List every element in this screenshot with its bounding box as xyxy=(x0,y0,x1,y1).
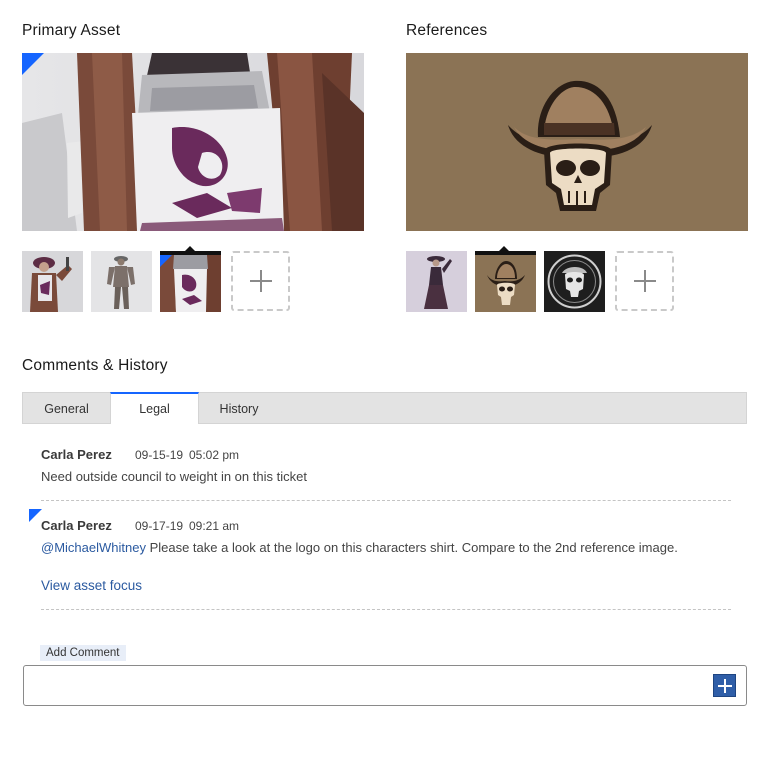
thumbnail-focus-flag-icon xyxy=(160,255,172,267)
reference-thumbnail-2-selected[interactable] xyxy=(475,251,536,312)
comments-history-title: Comments & History xyxy=(22,357,168,374)
reference-main-image[interactable] xyxy=(406,53,748,231)
add-reference-button[interactable] xyxy=(615,251,674,311)
focus-flag-icon xyxy=(22,53,44,75)
references-title: References xyxy=(406,22,488,39)
add-comment-input[interactable] xyxy=(23,665,747,706)
comment-author: Carla Perez xyxy=(41,447,112,462)
character-3d-model-image xyxy=(91,251,152,312)
plus-icon xyxy=(249,270,272,292)
user-mention[interactable]: @MichaelWhitney xyxy=(41,540,146,555)
reference-thumbnail-3[interactable] xyxy=(544,251,605,312)
comment-time: 05:02 pm xyxy=(189,448,240,462)
comment-author: Carla Perez xyxy=(41,518,112,533)
character-shirt-closeup-image xyxy=(22,53,364,231)
primary-asset-title: Primary Asset xyxy=(22,22,121,39)
comment-date: 09-15-19 xyxy=(135,448,184,462)
primary-thumbnail-2[interactable] xyxy=(91,251,152,312)
comment-divider xyxy=(41,500,731,501)
comment-divider xyxy=(41,609,731,610)
skull-emblem-dark-image xyxy=(544,251,605,312)
cowboy-skull-logo-image xyxy=(406,53,748,231)
submit-comment-button[interactable] xyxy=(713,674,736,697)
comment-time: 09:21 am xyxy=(189,519,240,533)
plus-icon xyxy=(633,270,656,292)
comment-date: 09-17-19 xyxy=(135,519,184,533)
primary-asset-image[interactable] xyxy=(22,53,364,231)
primary-thumbnail-3-selected[interactable] xyxy=(160,251,221,312)
add-primary-asset-button[interactable] xyxy=(231,251,290,311)
comments-tab-bar: General Legal History xyxy=(22,392,747,424)
tab-history[interactable]: History xyxy=(199,393,279,424)
comment-text: Need outside council to weight in on thi… xyxy=(41,469,307,484)
tab-legal[interactable]: Legal xyxy=(110,392,199,424)
comment-message: Please take a look at the logo on this c… xyxy=(145,540,678,555)
view-asset-focus-link[interactable]: View asset focus xyxy=(41,578,142,593)
tab-general[interactable]: General xyxy=(23,393,110,424)
character-reference-poster-image xyxy=(406,251,467,312)
add-comment-label: Add Comment xyxy=(40,645,126,661)
primary-thumbnail-1[interactable] xyxy=(22,251,83,312)
character-front-image xyxy=(22,251,83,312)
cowboy-skull-logo-thumb-image xyxy=(475,255,536,312)
comment-text: @MichaelWhitney Please take a look at th… xyxy=(41,540,731,556)
reference-thumbnail-1[interactable] xyxy=(406,251,467,312)
